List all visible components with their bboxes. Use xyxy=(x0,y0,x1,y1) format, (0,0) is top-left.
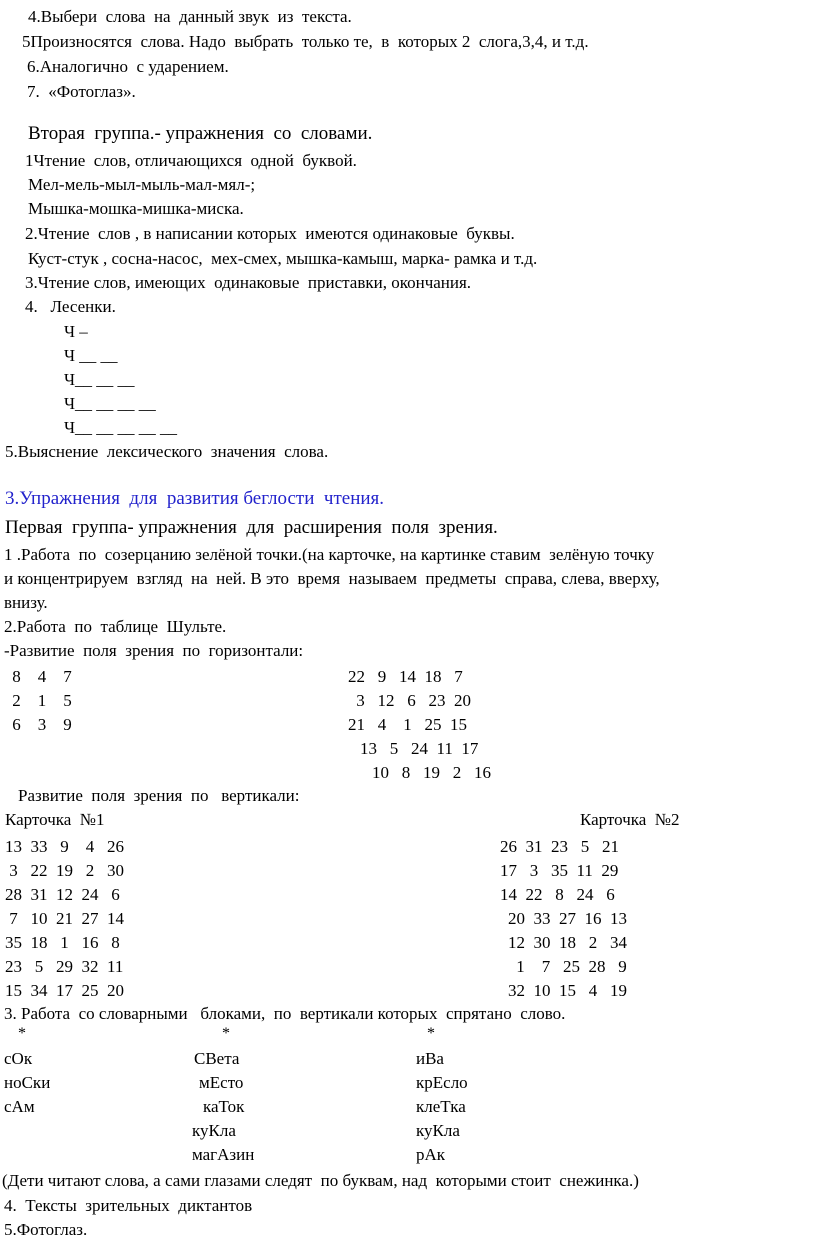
word-item: рАк xyxy=(416,1145,446,1164)
word-item: СВета xyxy=(194,1049,240,1068)
list-item: Куст-стук , сосна-насос, мех-смех, мышка… xyxy=(28,249,538,268)
footer-line: 4. Тексты зрительных диктантов xyxy=(4,1196,253,1215)
ladder-row-2: Ч __ __ xyxy=(64,346,118,365)
word-item: ноСки xyxy=(4,1073,51,1092)
table-row: 17 3 35 11 29 xyxy=(500,861,619,880)
list-item: Мышка-мошка-мишка-миска. xyxy=(28,199,244,218)
table-row: 35 18 1 16 8 xyxy=(5,933,124,952)
word-item: мЕсто xyxy=(199,1073,244,1092)
word-item: иВа xyxy=(416,1049,444,1068)
table-row: 28 31 12 24 6 xyxy=(5,885,124,904)
table-row: 21 4 1 25 15 xyxy=(348,715,467,734)
table-row: 2 1 5 xyxy=(8,691,76,710)
table-row: 22 9 14 18 7 xyxy=(348,667,467,686)
word-item: крЕсло xyxy=(416,1073,468,1092)
card2-table: 26 31 23 5 21 17 3 35 11 29 14 22 8 24 6… xyxy=(500,835,631,1003)
table-row: 6 3 9 xyxy=(8,715,76,734)
word-item: сАм xyxy=(4,1097,35,1116)
table-row: 26 31 23 5 21 xyxy=(500,837,619,856)
fluency-subheading: Первая группа- упражнения для расширения… xyxy=(5,517,498,538)
ladder-row-3: Ч__ __ __ xyxy=(64,370,135,389)
second-group-heading: Вторая группа.- упражнения со словами. xyxy=(28,123,373,144)
word-item: магАзин xyxy=(192,1145,255,1164)
list-item: 4.Выбери слова на данный звук из текста. xyxy=(28,7,352,26)
fluency-heading: 3.Упражнения для развития беглости чтени… xyxy=(5,488,385,509)
asterisk-icon: * xyxy=(18,1025,26,1042)
word-item: каТок xyxy=(203,1097,245,1116)
word-blocks-heading: 3. Работа со словарными блоками, по верт… xyxy=(4,1004,566,1023)
asterisk-icon: * xyxy=(222,1025,230,1042)
asterisk-icon: * xyxy=(427,1025,435,1042)
vertical-label: Развитие поля зрения по вертикали: xyxy=(18,786,300,805)
footer-line: 5.Фотоглаз. xyxy=(4,1220,88,1239)
list-item: 1Чтение слов, отличающихся одной буквой. xyxy=(25,151,357,170)
card1-table: 13 33 9 4 26 3 22 19 2 30 28 31 12 24 6 … xyxy=(5,835,124,1003)
list-item: 2.Чтение слов , в написании которых имею… xyxy=(25,224,515,243)
table-row: 20 33 27 16 13 xyxy=(508,909,627,928)
table-row: 13 5 24 11 17 xyxy=(360,739,479,758)
ladder-row-4: Ч__ __ __ __ xyxy=(64,394,156,413)
card2-title: Карточка №2 xyxy=(580,810,680,829)
ladder-row-1: Ч – xyxy=(64,322,88,341)
document-page: 4.Выбери слова на данный звук из текста.… xyxy=(0,0,816,1242)
table-row: 23 5 29 32 11 xyxy=(5,957,124,976)
table-row: 8 4 7 xyxy=(8,667,76,686)
second-group-closing: 5.Выяснение лексического значения слова. xyxy=(5,442,329,461)
table-row: 13 33 9 4 26 xyxy=(5,837,124,856)
paragraph-line: внизу. xyxy=(4,593,48,612)
list-item: 4. Лесенки. xyxy=(25,297,116,316)
list-item: 7. «Фотоглаз». xyxy=(27,82,136,101)
table-row: 32 10 15 4 19 xyxy=(508,981,627,1000)
table-row: 3 12 6 23 20 xyxy=(352,691,471,710)
table-row: 12 30 18 2 34 xyxy=(508,933,627,952)
table-row: 1 7 25 28 9 xyxy=(512,957,631,976)
word-item: сОк xyxy=(4,1049,33,1068)
list-item: 6.Аналогично с ударением. xyxy=(27,57,229,76)
word-blocks-note: (Дети читают слова, а сами глазами следя… xyxy=(2,1171,639,1190)
card1-title: Карточка №1 xyxy=(5,810,105,829)
table-row: 7 10 21 27 14 xyxy=(5,909,124,928)
list-item: Мел-мель-мыл-мыль-мал-мял-; xyxy=(28,175,256,194)
ladder-row-5: Ч__ __ __ __ __ xyxy=(64,418,178,437)
word-item: куКла xyxy=(192,1121,236,1140)
schulte-table-3x3: 8 4 7 2 1 5 6 3 9 xyxy=(8,665,76,737)
horizontal-label: -Развитие поля зрения по горизонтали: xyxy=(4,641,304,660)
list-item: 5Произносятся слова. Надо выбрать только… xyxy=(22,32,589,51)
word-item: клеТка xyxy=(416,1097,466,1116)
word-item: куКла xyxy=(416,1121,460,1140)
schulte-intro: 2.Работа по таблице Шульте. xyxy=(4,617,227,636)
table-row: 14 22 8 24 6 xyxy=(500,885,619,904)
paragraph-line: 1 .Работа по созерцанию зелёной точки.(н… xyxy=(4,545,655,564)
paragraph-line: и концентрируем взгляд на ней. В это вре… xyxy=(4,569,660,588)
table-row: 10 8 19 2 16 xyxy=(372,763,491,782)
schulte-table-5x5: 22 9 14 18 7 3 12 6 23 20 21 4 1 25 15 1… xyxy=(348,665,491,785)
table-row: 3 22 19 2 30 xyxy=(5,861,124,880)
list-item: 3.Чтение слов, имеющих одинаковые приста… xyxy=(25,273,472,292)
table-row: 15 34 17 25 20 xyxy=(5,981,124,1000)
